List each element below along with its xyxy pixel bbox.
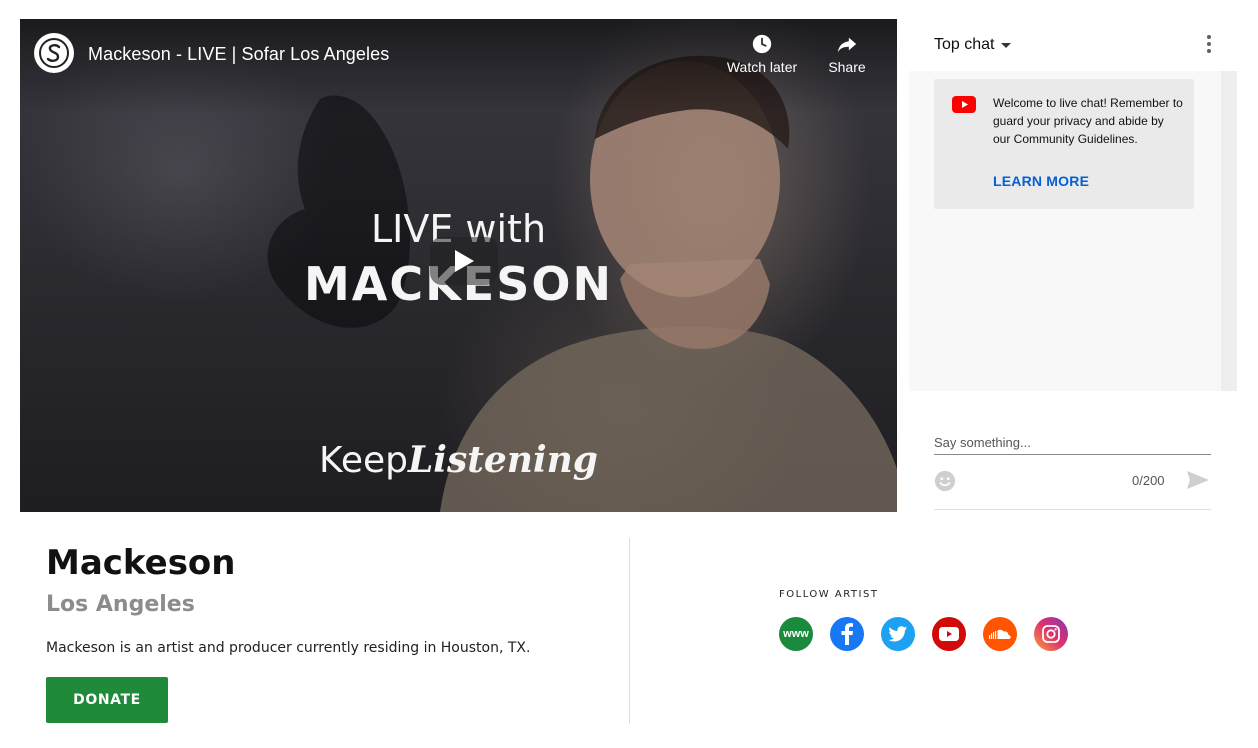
- share-label: Share: [828, 59, 866, 75]
- instagram-glyph: [1042, 625, 1060, 643]
- chat-message-input[interactable]: [934, 430, 1211, 455]
- chat-mode-label[interactable]: Top chat: [934, 36, 994, 54]
- artist-name: Mackeson: [46, 543, 236, 583]
- clock-icon: [752, 34, 772, 54]
- follow-artist-label: FOLLOW ARTIST: [779, 589, 879, 600]
- chat-input-area: 0/200: [909, 391, 1237, 512]
- welcome-card: Welcome to live chat! Remember to guard …: [934, 79, 1194, 209]
- social-links: www: [779, 617, 1068, 651]
- twitter-bird-glyph: [888, 625, 908, 641]
- play-button[interactable]: [430, 237, 498, 285]
- overlay-keep-listening: KeepListening: [20, 439, 897, 481]
- more-vert-icon[interactable]: [1207, 35, 1211, 53]
- soundcloud-glyph: [989, 629, 1011, 639]
- facebook-glyph: [841, 623, 853, 645]
- welcome-message: Welcome to live chat! Remember to guard …: [993, 96, 1183, 146]
- caret-down-icon[interactable]: [1001, 43, 1012, 49]
- youtube-logo-icon: [952, 96, 976, 113]
- overlay-listening: Listening: [407, 439, 598, 481]
- watch-later-button[interactable]: Watch later: [722, 33, 802, 75]
- chat-divider: [934, 509, 1211, 510]
- char-count: 0/200: [1132, 473, 1165, 488]
- vertical-divider: [629, 538, 630, 724]
- instagram-icon[interactable]: [1034, 617, 1068, 651]
- play-icon: [455, 250, 474, 272]
- chat-messages: Welcome to live chat! Remember to guard …: [909, 71, 1221, 391]
- twitter-icon[interactable]: [881, 617, 915, 651]
- share-button[interactable]: Share: [807, 33, 887, 75]
- donate-button[interactable]: DONATE: [46, 677, 168, 723]
- facebook-icon[interactable]: [830, 617, 864, 651]
- watch-later-label: Watch later: [726, 59, 798, 75]
- website-icon[interactable]: www: [779, 617, 813, 651]
- emoji-icon[interactable]: [934, 470, 956, 492]
- learn-more-link[interactable]: LEARN MORE: [993, 173, 1089, 189]
- live-chat-panel: Top chat Welcome to live chat! Remember …: [909, 19, 1237, 512]
- artist-bio: Mackeson is an artist and producer curre…: [46, 640, 531, 656]
- overlay-keep: Keep: [319, 440, 408, 481]
- chat-header: Top chat: [909, 19, 1237, 71]
- chat-scrollbar[interactable]: [1221, 71, 1237, 391]
- artist-city: Los Angeles: [46, 592, 195, 617]
- channel-avatar[interactable]: [34, 33, 74, 73]
- share-arrow-icon: [837, 37, 857, 53]
- send-icon[interactable]: [1186, 470, 1210, 490]
- soundcloud-icon[interactable]: [983, 617, 1017, 651]
- video-player[interactable]: Mackeson - LIVE | Sofar Los Angeles Watc…: [20, 19, 897, 512]
- youtube-glyph: [939, 627, 959, 641]
- video-title[interactable]: Mackeson - LIVE | Sofar Los Angeles: [88, 44, 389, 65]
- sofar-logo-icon: [39, 38, 69, 68]
- www-label: www: [783, 628, 809, 640]
- youtube-icon[interactable]: [932, 617, 966, 651]
